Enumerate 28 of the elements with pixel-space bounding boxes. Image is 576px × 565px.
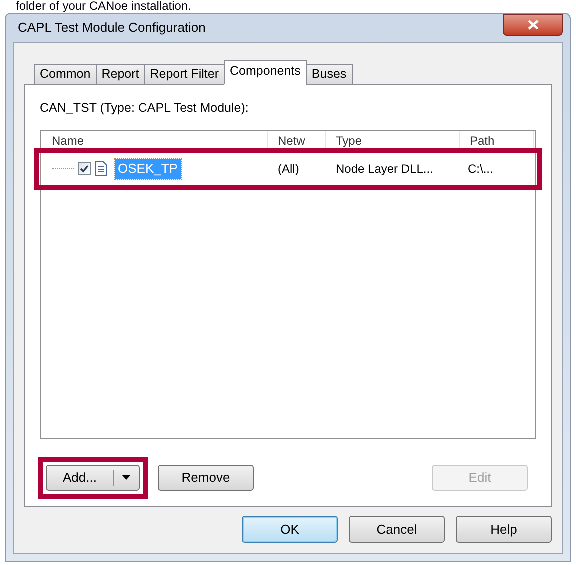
close-icon: [528, 20, 538, 30]
list-button[interactable]: Remove: [158, 464, 254, 491]
checkmark-icon: [80, 164, 89, 173]
window-title: CAPL Test Module Configuration: [17, 19, 206, 38]
component-name: OSEK_TP: [115, 159, 181, 178]
column-header[interactable]: Netw: [268, 130, 326, 151]
column-header[interactable]: Type: [326, 130, 460, 151]
dialog-button[interactable]: Help: [456, 516, 552, 543]
add-split-button[interactable]: Add...: [46, 464, 140, 491]
table-cell-text: C:\...: [467, 160, 494, 178]
tab[interactable]: Report: [96, 64, 146, 85]
page-text: folder of your CANoe installation.: [15, 0, 192, 13]
list-row[interactable]: OSEK_TP (All) Node Layer DLL... C:\...: [42, 156, 534, 182]
module-label: CAN_TST (Type: CAPL Test Module):: [40, 100, 250, 117]
checkbox[interactable]: [78, 162, 91, 176]
tab[interactable]: Components: [224, 60, 307, 85]
caret-icon: [122, 475, 131, 480]
column-header[interactable]: Name: [42, 130, 268, 151]
document-icon: [95, 161, 107, 176]
dialog-button[interactable]: Cancel: [349, 516, 445, 543]
tab[interactable]: Buses: [306, 64, 353, 85]
dialog-button[interactable]: OK: [242, 516, 338, 543]
tab[interactable]: Common: [34, 64, 97, 85]
table-cell-text: (All): [277, 160, 300, 178]
tab[interactable]: Report Filter: [144, 64, 226, 85]
table-cell-text: Node Layer DLL...: [335, 160, 434, 178]
close-button[interactable]: [503, 14, 563, 36]
column-header[interactable]: Path: [460, 130, 534, 151]
